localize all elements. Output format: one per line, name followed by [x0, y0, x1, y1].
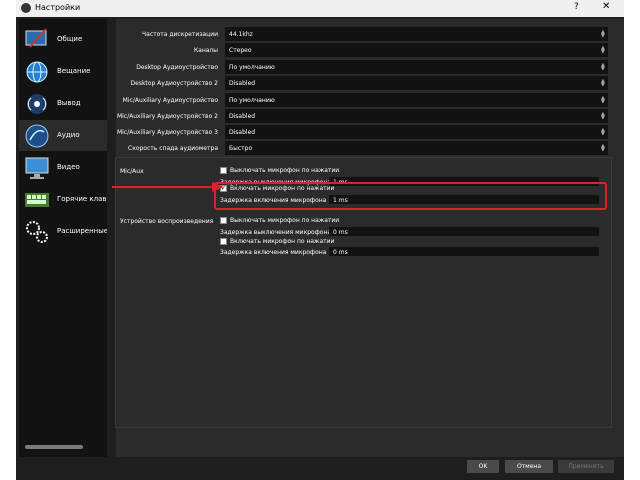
setting-label: Каналы: [193, 47, 218, 54]
pb-mute-ptt-checkbox[interactable]: [220, 217, 227, 224]
antenna-icon: [27, 94, 47, 114]
sidebar-item-label: Общие: [57, 35, 83, 43]
setting-row-mic-audio-3: Mic/Auxiliary Аудиоустройство 3 Disabled…: [116, 125, 616, 139]
sidebar-item-video[interactable]: Видео: [19, 152, 107, 183]
sidebar-item-label: Аудио: [57, 131, 80, 139]
sidebar-item-stream[interactable]: Вещание: [19, 56, 107, 87]
setting-label: Mic/Auxiliary Аудиоустройство: [122, 97, 218, 104]
sidebar-item-audio[interactable]: Аудио: [19, 120, 107, 151]
sidebar-item-general[interactable]: Общие: [19, 24, 107, 55]
playback-device-label: Устройство воспроизведения: [120, 218, 214, 225]
spinner-icon: ▲ ▼: [601, 143, 605, 153]
sidebar-scrollbar[interactable]: [25, 445, 83, 449]
setting-label: Mic/Auxiliary Аудиоустройство 3: [116, 129, 218, 136]
setting-row-channels: Каналы Стерео ▲ ▼: [116, 43, 616, 57]
setting-label: Скорость спада аудиометра: [128, 145, 218, 152]
pb-mute-delay-input[interactable]: 0 ms: [329, 227, 599, 236]
globe-icon: [26, 61, 48, 83]
setting-row-mic-audio-2: Mic/Auxiliary Аудиоустройство 2 Disabled…: [116, 109, 616, 123]
keyboard-icon: [25, 193, 49, 207]
sidebar-item-label: Вывод: [57, 99, 81, 107]
pb-mute-ptt-label: Выключать микрофон по нажатии: [230, 217, 340, 224]
mic-audio-2-select[interactable]: Disabled ▲ ▼: [225, 109, 608, 123]
setting-row-desktop-audio-2: Desktop Аудиоустройство 2 Disabled ▲ ▼: [116, 76, 616, 90]
setting-label: Desktop Аудиоустройство 2: [130, 80, 218, 87]
mic-audio-3-select[interactable]: Disabled ▲ ▼: [225, 125, 608, 139]
desktop-audio-select[interactable]: По умолчанию ▲ ▼: [225, 60, 608, 74]
setting-label: Частота дискретизации: [142, 31, 218, 38]
sidebar-item-label: Видео: [57, 163, 80, 171]
apply-button[interactable]: Применить: [558, 460, 614, 473]
mic-aux-label: Mic/Aux: [120, 168, 144, 175]
sidebar-item-advanced[interactable]: Расширенные: [19, 216, 107, 247]
setting-row-desktop-audio: Desktop Аудиоустройство По умолчанию ▲ ▼: [116, 60, 616, 74]
gears-icon: [26, 221, 48, 243]
channels-select[interactable]: Стерео ▲ ▼: [225, 43, 608, 57]
spinner-icon: ▲ ▼: [601, 111, 605, 121]
sidebar-item-label: Расширенные: [57, 227, 107, 235]
desktop-audio-2-select[interactable]: Disabled ▲ ▼: [225, 76, 608, 90]
setting-label: Desktop Аудиоустройство: [136, 64, 218, 71]
mute-ptt-checkbox[interactable]: [220, 167, 227, 174]
setting-row-meter-decay: Скорость спада аудиометра Быстро ▲ ▼: [116, 141, 616, 155]
mute-ptt-label: Выключать микрофон по нажатии: [230, 167, 340, 174]
cancel-button[interactable]: Отмена: [505, 460, 553, 473]
spinner-icon: ▲ ▼: [601, 78, 605, 88]
sidebar-item-output[interactable]: Вывод: [19, 88, 107, 119]
pb-enable-delay-label: Задержка включения микрофона: [220, 249, 327, 256]
spinner-icon: ▲ ▼: [601, 62, 605, 72]
sample-rate-select[interactable]: 44.1khz ▲ ▼: [225, 27, 608, 41]
highlight-box: [214, 182, 607, 210]
setting-row-sample-rate: Частота дискретизации 44.1khz ▲ ▼: [116, 27, 616, 41]
spinner-icon: ▲ ▼: [601, 29, 605, 39]
window-title: Настройки: [35, 3, 81, 12]
title-bar: Настройки ? ✕: [16, 0, 624, 17]
sidebar: Общие Вещание Вывод Аудио Видео Горячие …: [19, 19, 107, 457]
setting-row-mic-audio: Mic/Auxiliary Аудиоустройство По умолчан…: [116, 93, 616, 107]
help-button[interactable]: ?: [574, 2, 579, 12]
sidebar-item-hotkeys[interactable]: Горячие клавиши: [19, 184, 107, 215]
meter-decay-select[interactable]: Быстро ▲ ▼: [225, 141, 608, 155]
sidebar-item-label: Вещание: [57, 67, 91, 75]
spinner-icon: ▲ ▼: [601, 95, 605, 105]
mic-audio-select[interactable]: По умолчанию ▲ ▼: [225, 93, 608, 107]
obs-logo-icon: [21, 3, 31, 13]
pb-mute-delay-label: Задержка выключения микрофона: [220, 229, 332, 236]
spinner-icon: ▲ ▼: [601, 127, 605, 137]
annotation-arrow-icon: [112, 182, 224, 192]
spinner-icon: ▲ ▼: [601, 45, 605, 55]
ok-button[interactable]: OK: [467, 460, 499, 473]
close-button[interactable]: ✕: [602, 1, 610, 12]
setting-label: Mic/Auxiliary Аудиоустройство 2: [116, 113, 218, 120]
speaker-icon: [25, 124, 49, 148]
display-icon: [25, 157, 49, 179]
monitor-pen-icon: [25, 28, 47, 48]
pb-enable-ptt-checkbox[interactable]: [220, 238, 227, 245]
sidebar-item-label: Горячие клавиши: [57, 195, 107, 203]
pb-enable-ptt-label: Включать микрофон по нажатии: [230, 238, 335, 245]
settings-window: Настройки ? ✕ Общие Вещание Вывод Аудио …: [16, 0, 624, 480]
pb-enable-delay-input[interactable]: 0 ms: [329, 247, 599, 256]
